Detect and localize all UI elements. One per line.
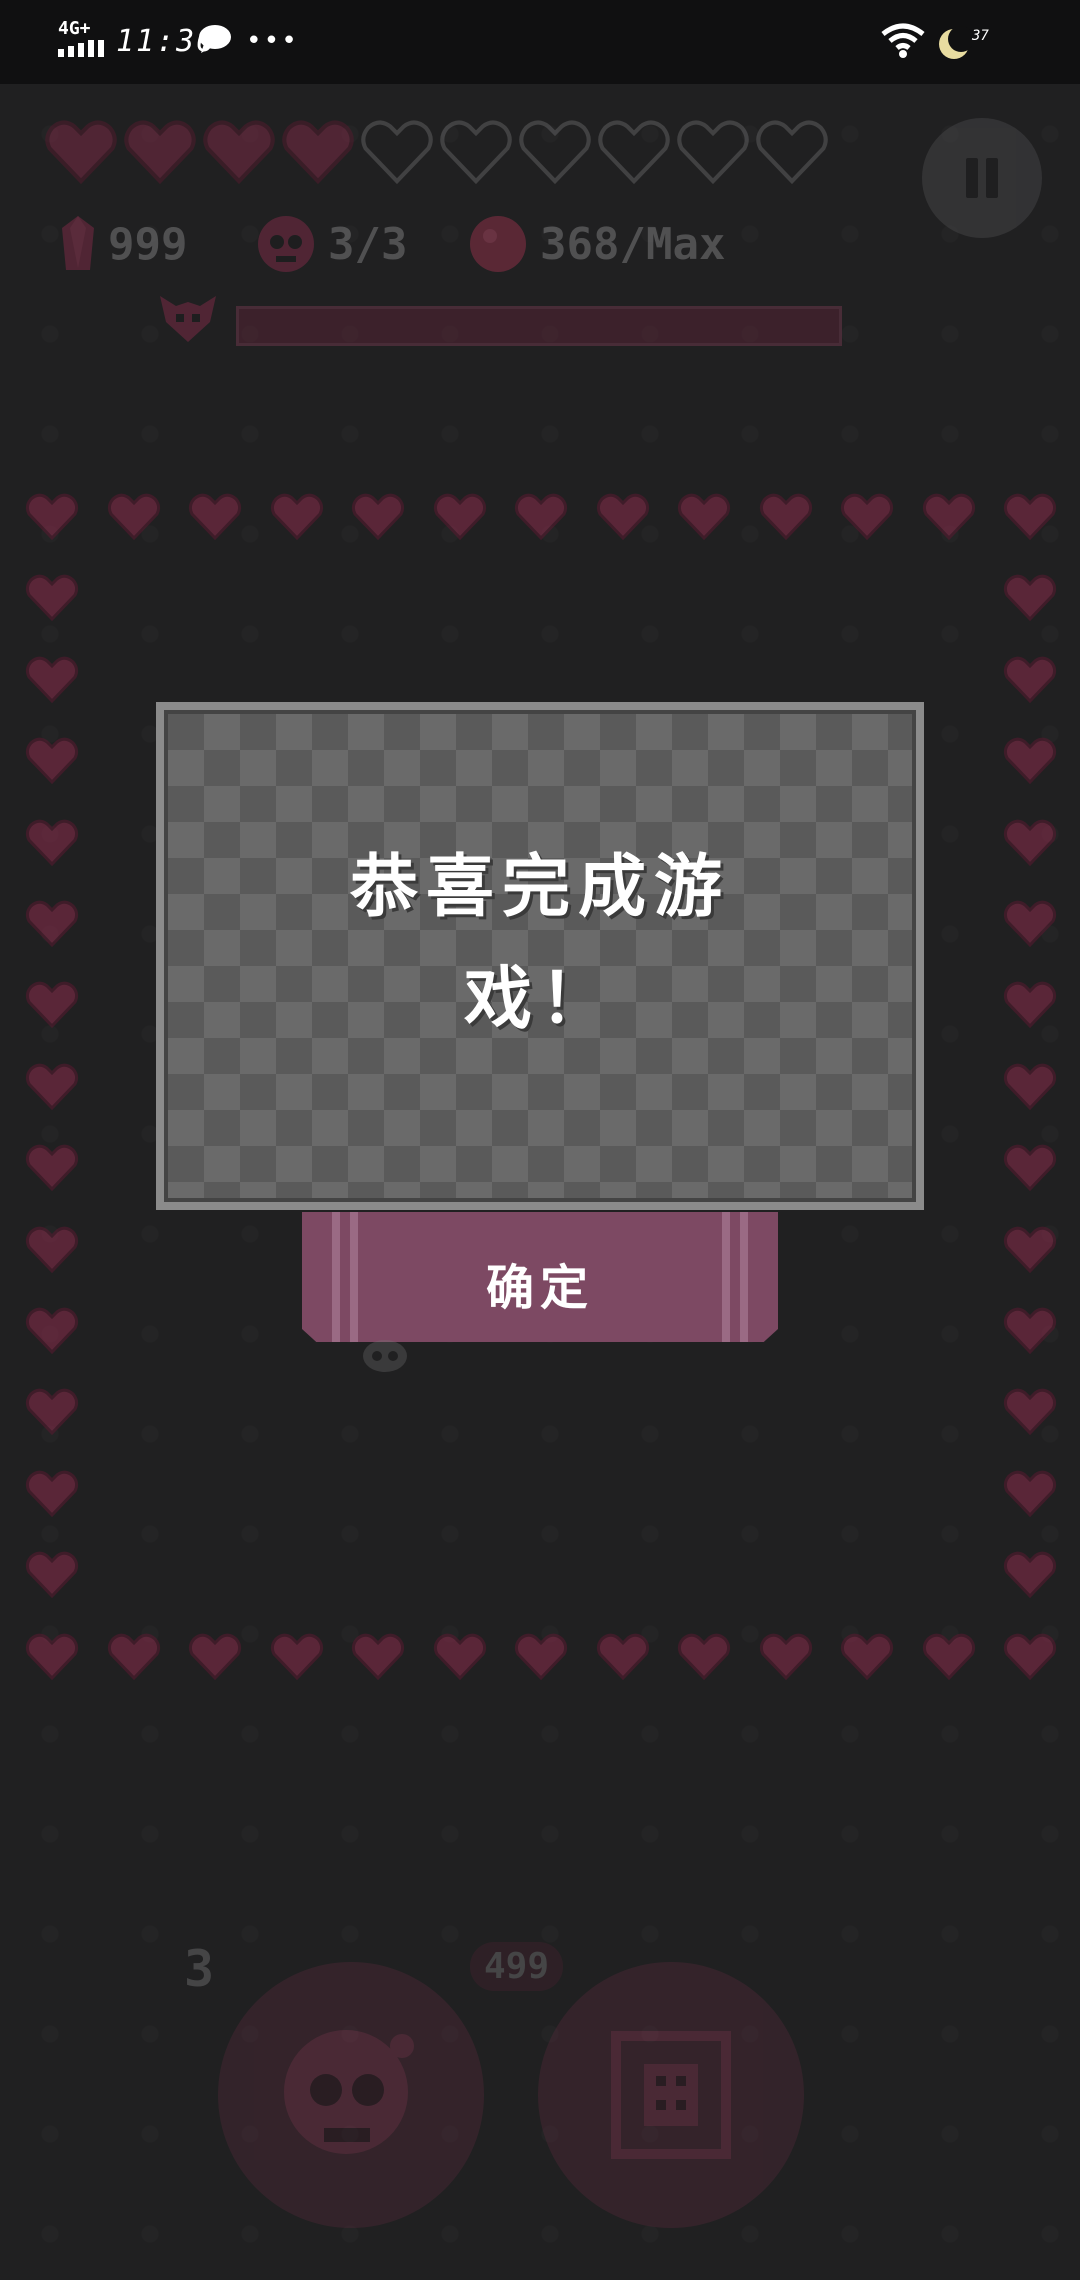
skull-skill-button[interactable] bbox=[218, 1962, 484, 2228]
heart-icon bbox=[1003, 575, 1057, 622]
skill-count: 3 bbox=[184, 1940, 215, 1998]
confirm-label: 确定 bbox=[485, 1260, 594, 1316]
heart-icon bbox=[759, 493, 812, 540]
heart-icon bbox=[596, 493, 649, 540]
heart-icon bbox=[270, 1633, 323, 1680]
heart-icon bbox=[188, 493, 242, 540]
heart-icon bbox=[25, 1307, 79, 1354]
heart-icon bbox=[25, 1144, 79, 1192]
heart-icon bbox=[25, 1389, 79, 1436]
heart-icon bbox=[25, 1226, 79, 1273]
skill-cost-badge: 499 bbox=[470, 1942, 564, 1991]
heart-icon bbox=[677, 493, 731, 540]
heart-icon bbox=[188, 1633, 242, 1680]
heart-icon bbox=[1003, 819, 1057, 866]
heart-icon bbox=[1003, 1063, 1057, 1110]
dialog-message-line1: 恭喜完成游 bbox=[349, 848, 730, 927]
dialog-panel: 恭喜完成游 戏！ bbox=[164, 710, 916, 1202]
bottom-controls: 3 499 bbox=[0, 1900, 1080, 2280]
heart-icon bbox=[1003, 1551, 1057, 1599]
heart-icon bbox=[1003, 982, 1057, 1029]
heart-icon bbox=[1003, 1633, 1057, 1680]
heart-icon bbox=[25, 1551, 79, 1599]
skull-icon bbox=[284, 2030, 414, 2154]
heart-icon bbox=[25, 1063, 79, 1110]
heart-icon bbox=[107, 1633, 160, 1680]
dialog-message-line2: 戏！ bbox=[463, 960, 616, 1039]
heart-icon bbox=[25, 1633, 79, 1680]
heart-icon bbox=[1003, 1226, 1057, 1273]
heart-icon bbox=[514, 1633, 568, 1680]
dialog-message: 恭喜完成游 戏！ bbox=[228, 832, 852, 1056]
heart-icon bbox=[759, 1633, 812, 1680]
heart-icon bbox=[922, 1633, 975, 1680]
heart-icon bbox=[677, 1633, 731, 1680]
confirm-button[interactable]: 确定 bbox=[302, 1212, 778, 1342]
heart-icon bbox=[1003, 656, 1057, 703]
skull-icon bbox=[363, 1340, 407, 1372]
heart-icon bbox=[270, 493, 323, 540]
heart-icon bbox=[1003, 737, 1057, 785]
heart-icon bbox=[922, 493, 975, 540]
heart-icon bbox=[25, 493, 79, 540]
heart-icon bbox=[25, 1470, 79, 1517]
heart-icon bbox=[1003, 900, 1057, 947]
heart-icon bbox=[25, 575, 79, 622]
heart-icon bbox=[514, 493, 568, 540]
heart-icon bbox=[1003, 1470, 1057, 1517]
heart-icon bbox=[840, 493, 894, 540]
heart-icon bbox=[1003, 1389, 1057, 1436]
heart-icon bbox=[25, 900, 79, 947]
heart-icon bbox=[351, 493, 405, 540]
heart-icon bbox=[433, 1633, 486, 1680]
heart-icon bbox=[1003, 1144, 1057, 1192]
heart-icon bbox=[1003, 1307, 1057, 1354]
heart-icon bbox=[351, 1633, 405, 1680]
heart-icon bbox=[596, 1633, 649, 1680]
heart-icon bbox=[25, 982, 79, 1029]
heart-icon bbox=[25, 819, 79, 866]
completion-dialog: 恭喜完成游 戏！ bbox=[156, 702, 924, 1210]
heart-icon bbox=[1003, 493, 1057, 540]
map-icon bbox=[611, 2031, 731, 2159]
heart-icon bbox=[840, 1633, 894, 1680]
heart-icon bbox=[433, 493, 486, 540]
map-skill-button[interactable] bbox=[538, 1962, 804, 2228]
heart-icon bbox=[107, 493, 160, 540]
heart-icon bbox=[25, 737, 79, 785]
heart-icon bbox=[25, 656, 79, 703]
